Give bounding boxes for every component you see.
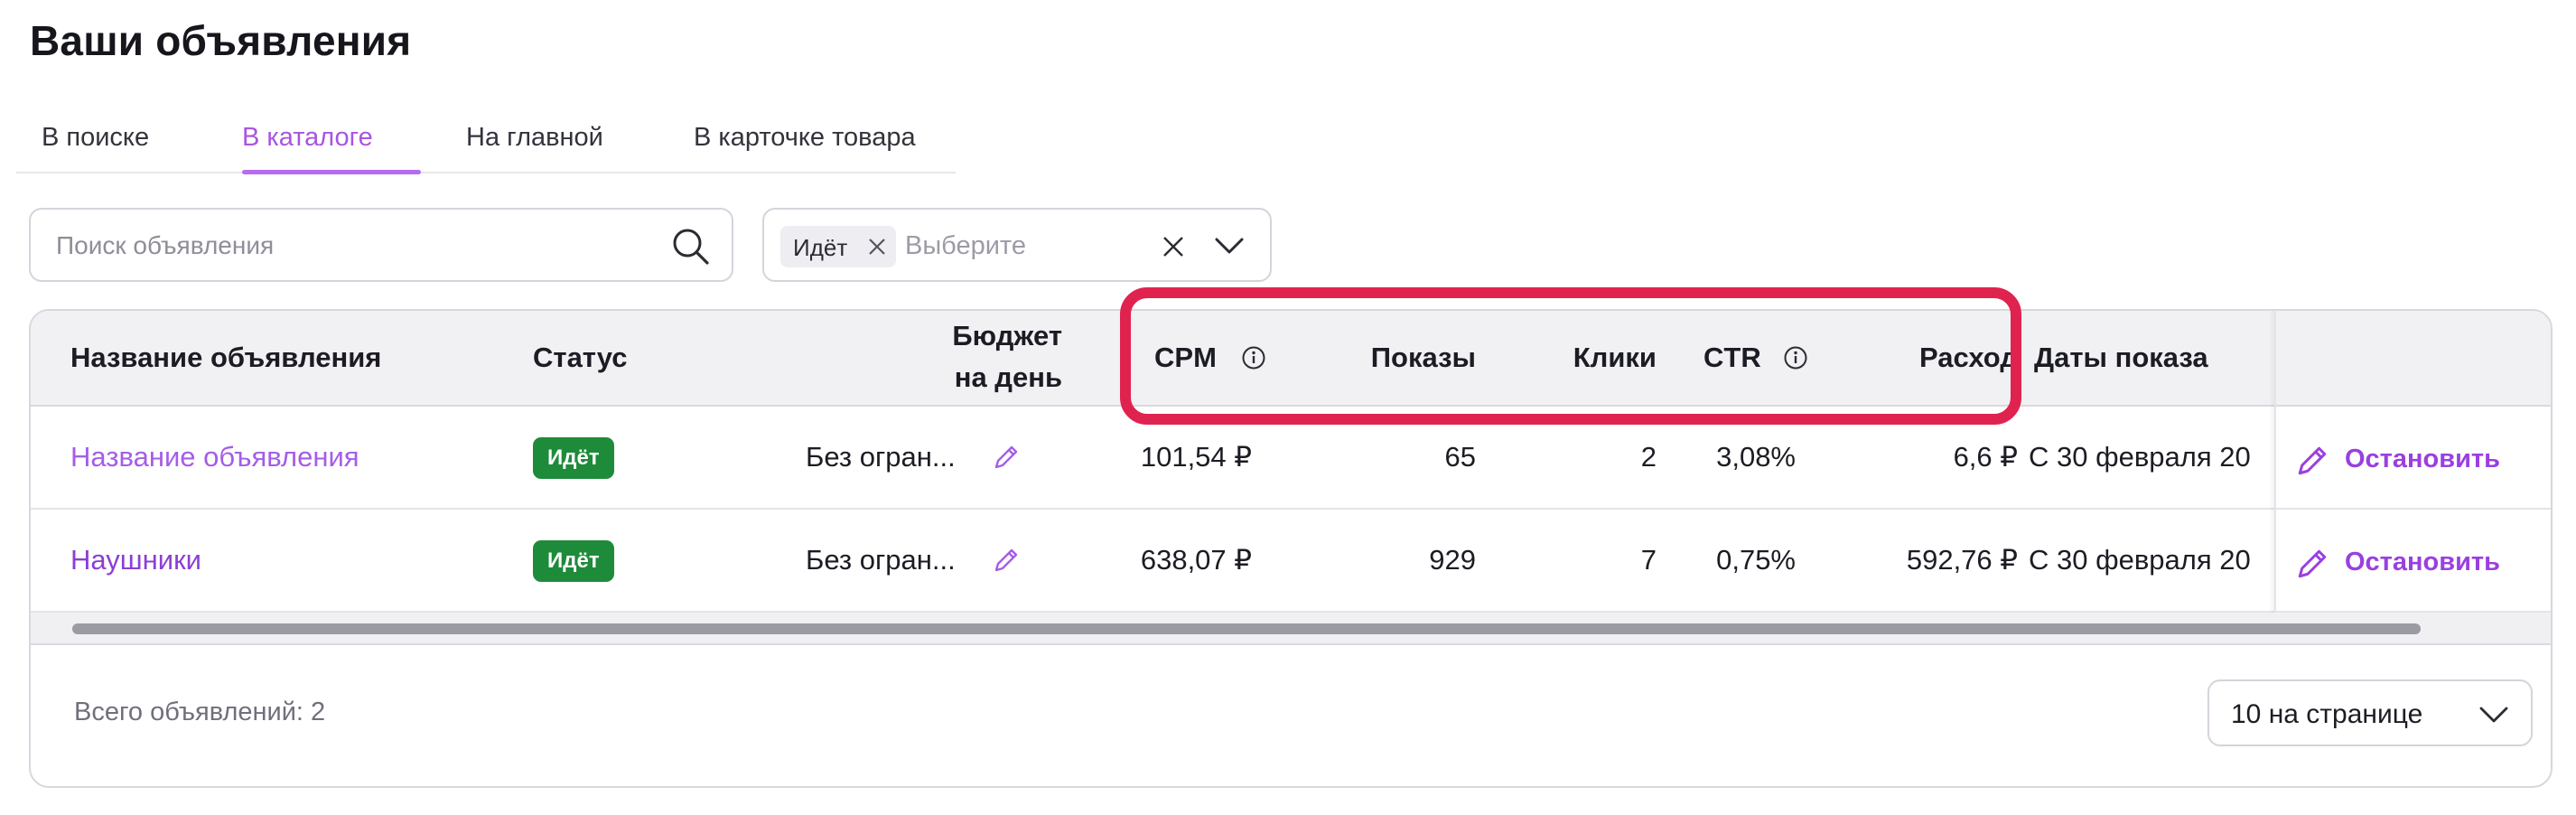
edit-icon[interactable] bbox=[2294, 546, 2330, 582]
tab-home[interactable]: На главной bbox=[466, 123, 603, 153]
edit-budget-icon[interactable] bbox=[992, 443, 1021, 472]
ad-name-link[interactable]: Наушники bbox=[70, 544, 201, 576]
ctr-value: 3,08% bbox=[1716, 441, 1796, 473]
dates-value: С 30 февраля 20 bbox=[2029, 544, 2251, 576]
tab-search[interactable]: В поиске bbox=[42, 123, 149, 153]
spend-value: 592,76 ₽ bbox=[1906, 544, 2018, 576]
table-row: Название объявления Идёт Без огран... 10… bbox=[31, 407, 2551, 510]
search-placeholder: Поиск объявления bbox=[56, 231, 275, 259]
column-header-spend: Расход bbox=[1918, 342, 2018, 373]
info-icon[interactable] bbox=[1241, 345, 1266, 370]
dates-value: С 30 февраля 20 bbox=[2029, 441, 2251, 473]
ctr-value: 0,75% bbox=[1716, 544, 1796, 576]
spend-value: 6,6 ₽ bbox=[1953, 441, 2018, 473]
horizontal-scrollbar[interactable] bbox=[31, 613, 2551, 645]
actions-column: Остановить Остановить bbox=[2274, 311, 2551, 613]
column-header-budget-line1: Бюджет bbox=[952, 320, 1062, 351]
status-chip-label: Идёт bbox=[793, 234, 848, 261]
stop-button[interactable]: Остановить bbox=[2345, 548, 2500, 577]
clicks-value: 7 bbox=[1640, 544, 1657, 576]
budget-value: Без огран... bbox=[806, 441, 956, 473]
table-header: Название объявления Статус Бюджет на ден… bbox=[31, 311, 2551, 407]
status-badge: Идёт bbox=[533, 437, 614, 479]
chip-remove-icon[interactable] bbox=[867, 237, 887, 257]
per-page-label: 10 на странице bbox=[2231, 699, 2423, 729]
chevron-down-icon[interactable] bbox=[1214, 235, 1245, 257]
impressions-value: 65 bbox=[1444, 441, 1476, 473]
column-header-clicks: Клики bbox=[1573, 342, 1657, 373]
column-header-ctr: CTR bbox=[1703, 342, 1761, 373]
search-icon[interactable] bbox=[670, 226, 712, 267]
status-chip: Идёт bbox=[780, 226, 896, 267]
stop-button[interactable]: Остановить bbox=[2345, 445, 2500, 474]
clicks-value: 2 bbox=[1640, 441, 1657, 473]
tab-product-card[interactable]: В карточке товара bbox=[694, 123, 916, 153]
column-header-cpm: CPM bbox=[1154, 342, 1217, 373]
page-title: Ваши объявления bbox=[30, 17, 412, 64]
cpm-value: 101,54 ₽ bbox=[1140, 441, 1252, 473]
column-header-dates: Даты показа bbox=[2034, 342, 2208, 373]
edit-budget-icon[interactable] bbox=[992, 546, 1021, 575]
tab-catalog[interactable]: В каталоге bbox=[242, 123, 373, 153]
ads-table: Название объявления Статус Бюджет на ден… bbox=[29, 309, 2553, 788]
search-input[interactable]: Поиск объявления bbox=[29, 208, 733, 282]
tabs: В поиске В каталоге На главной В карточк… bbox=[16, 112, 956, 174]
edit-icon[interactable] bbox=[2294, 443, 2330, 479]
column-header-impressions: Показы bbox=[1370, 342, 1476, 373]
chevron-down-icon bbox=[2479, 707, 2508, 723]
column-header-budget-line2: на день bbox=[954, 361, 1062, 393]
cpm-value: 638,07 ₽ bbox=[1140, 544, 1252, 576]
column-header-name: Название объявления bbox=[70, 342, 382, 373]
per-page-select[interactable]: 10 на странице bbox=[2207, 679, 2533, 746]
budget-value: Без огран... bbox=[806, 544, 956, 576]
active-tab-indicator bbox=[242, 170, 421, 174]
total-count: Всего объявлений: 2 bbox=[74, 698, 326, 726]
scrollbar-thumb[interactable] bbox=[72, 623, 2421, 634]
status-badge: Идёт bbox=[533, 540, 614, 582]
table-row: Наушники Идёт Без огран... 638,07 ₽ 929 … bbox=[31, 510, 2551, 613]
clear-icon[interactable] bbox=[1162, 235, 1185, 258]
ad-name-link[interactable]: Название объявления bbox=[70, 441, 359, 473]
status-filter-select[interactable]: Идёт Выберите bbox=[762, 208, 1272, 282]
filter-placeholder: Выберите bbox=[905, 231, 1027, 260]
column-header-status: Статус bbox=[533, 342, 628, 373]
impressions-value: 929 bbox=[1429, 544, 1476, 576]
